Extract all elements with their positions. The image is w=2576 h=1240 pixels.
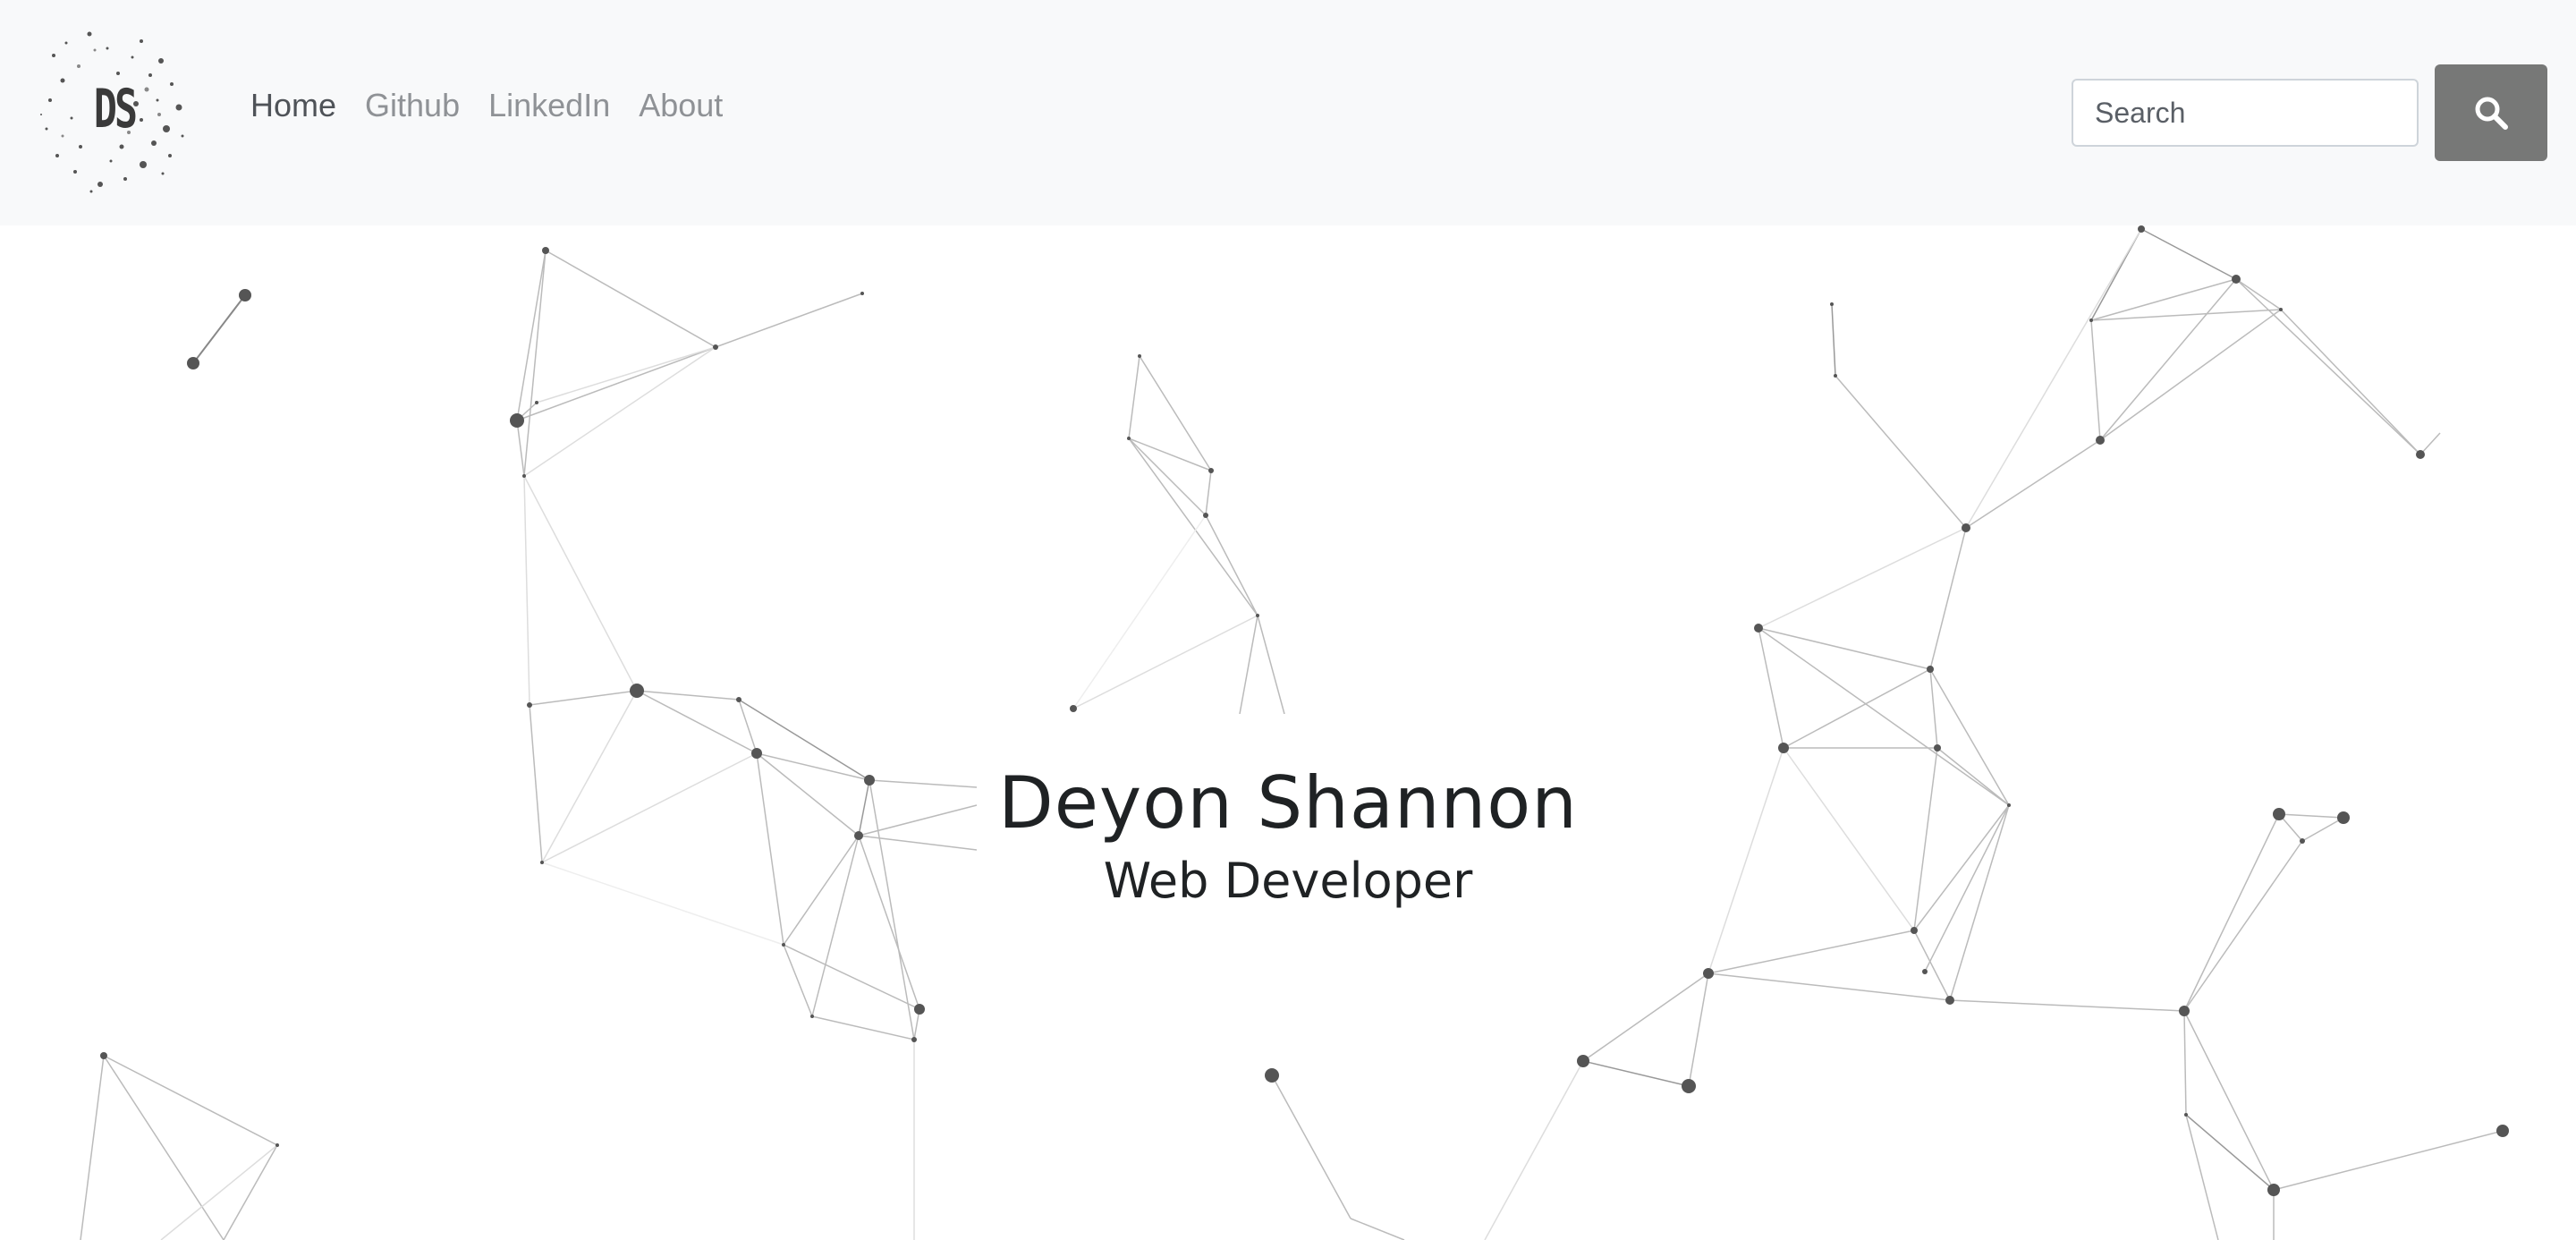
- hero-name: Deyon Shannon: [998, 761, 1578, 845]
- nav-link-home[interactable]: Home: [250, 89, 336, 122]
- navbar: DS Home Github LinkedIn About: [0, 0, 2576, 225]
- hero-title: Web Developer: [1103, 853, 1473, 909]
- search-icon: [2475, 97, 2508, 130]
- main-nav: Home Github LinkedIn About: [250, 89, 723, 122]
- nav-link-about[interactable]: About: [639, 89, 723, 122]
- site-logo[interactable]: DS: [36, 21, 193, 197]
- nav-link-linkedin[interactable]: LinkedIn: [488, 89, 610, 122]
- search-input[interactable]: [2072, 79, 2419, 147]
- network-nodes: [100, 225, 2509, 1196]
- nav-link-github[interactable]: Github: [365, 89, 460, 122]
- search-button[interactable]: [2435, 64, 2547, 161]
- logo-text: DS: [93, 78, 138, 140]
- hero: Deyon Shannon Web Developer: [977, 714, 1599, 947]
